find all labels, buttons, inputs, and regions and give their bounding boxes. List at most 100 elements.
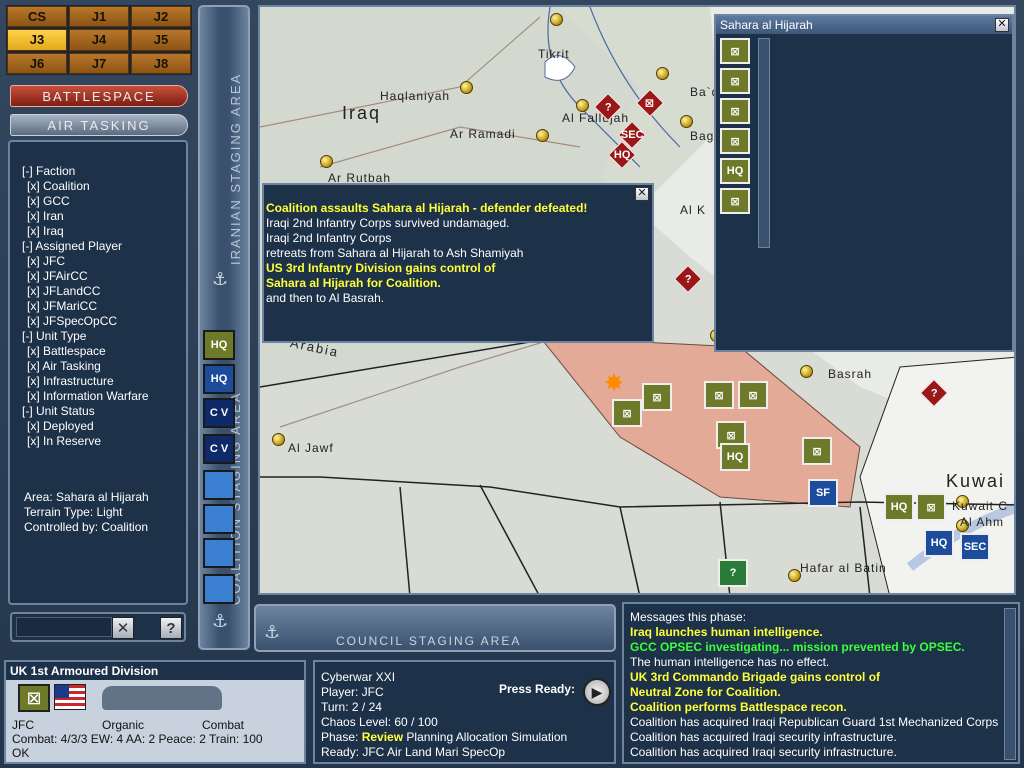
city-marker[interactable] <box>656 67 669 80</box>
city-marker[interactable] <box>460 81 473 94</box>
stack-unit[interactable]: ⊠ <box>720 38 750 64</box>
map-unit[interactable]: ⊠ <box>704 381 734 409</box>
filter-option[interactable]: [x] In Reserve <box>22 434 186 449</box>
unit-label: ? <box>930 386 938 399</box>
filter-option[interactable]: [x] JFSpecOpCC <box>22 314 186 329</box>
unit-stack: ⊠ ⊠ ⊠ ⊠ HQ ⊠ <box>720 38 756 218</box>
combat-log: Coalition assaults Sahara al Hijarah - d… <box>266 201 650 306</box>
unit-label: SEC <box>963 541 987 553</box>
map-unit[interactable]: HQ <box>884 493 914 521</box>
filter-group[interactable]: [-] Faction <box>22 164 186 179</box>
staging-unit[interactable]: C V <box>203 434 235 464</box>
staging-unit[interactable]: HQ <box>203 330 235 360</box>
clear-button[interactable]: ✕ <box>112 617 134 639</box>
player-button[interactable]: J2 <box>131 6 191 28</box>
player-button[interactable]: CS <box>7 6 67 28</box>
infantry-icon: ⊠ <box>652 391 662 404</box>
filter-option[interactable]: [x] Coalition <box>22 179 186 194</box>
stack-unit[interactable]: ⊠ <box>720 98 750 124</box>
city-label: Al Ahm <box>960 515 1005 529</box>
filter-option[interactable]: [x] JFC <box>22 254 186 269</box>
city-marker[interactable] <box>320 155 333 168</box>
player-button[interactable]: J7 <box>69 52 129 74</box>
help-button[interactable]: ? <box>160 617 182 639</box>
unit-label: SF <box>815 487 831 499</box>
stack-unit[interactable]: ⊠ <box>720 68 750 94</box>
anchor-icon: ⚓ <box>212 269 229 289</box>
map-unit[interactable]: ⊠ <box>612 399 642 427</box>
filter-option[interactable]: [x] JFLandCC <box>22 284 186 299</box>
filter-option[interactable]: [x] Iraq <box>22 224 186 239</box>
city-marker[interactable] <box>680 115 693 128</box>
explosion-icon: ✸ <box>604 370 625 397</box>
controlled-by: Controlled by: Coalition <box>24 520 149 534</box>
staging-unit[interactable] <box>203 574 235 604</box>
filter-option[interactable]: [x] JFAirCC <box>22 269 186 284</box>
battlespace-button[interactable]: Battlespace <box>10 85 188 107</box>
city-marker[interactable] <box>536 129 549 142</box>
player-button[interactable]: J1 <box>69 6 129 28</box>
unit-label: HQ <box>726 451 744 463</box>
map-unit[interactable]: ? <box>718 559 748 587</box>
player-button[interactable]: J6 <box>7 52 67 74</box>
staging-unit[interactable]: HQ <box>203 364 235 394</box>
stack-unit[interactable]: ⊠ <box>720 128 750 154</box>
player-button[interactable]: J4 <box>69 29 129 51</box>
filter-group[interactable]: [-] Assigned Player <box>22 239 186 254</box>
close-icon: ✕ <box>997 18 1007 30</box>
message-scrollbar[interactable] <box>1004 608 1016 760</box>
filter-option[interactable]: [x] Infrastructure <box>22 374 186 389</box>
player-button[interactable]: J3 <box>7 29 67 51</box>
staging-unit[interactable] <box>203 470 235 500</box>
infantry-icon: ⊠ <box>812 445 822 458</box>
filter-group[interactable]: [-] Unit Type <box>22 329 186 344</box>
combat-log-line: Sahara al Hijarah for Coalition. <box>266 276 441 290</box>
combat-log-line: and then to Al Basrah. <box>266 291 385 305</box>
city-marker[interactable] <box>800 365 813 378</box>
map-unit[interactable]: HQ <box>720 443 750 471</box>
search-input[interactable] <box>16 617 112 637</box>
city-marker[interactable] <box>550 13 563 26</box>
country-label-kuwait: Kuwai <box>946 471 1006 491</box>
staging-unit[interactable]: C V <box>203 398 235 428</box>
staging-unit[interactable] <box>203 504 235 534</box>
map-unit[interactable]: SF <box>808 479 838 507</box>
message-line: Iraq launches human intelligence. <box>630 625 823 639</box>
map-unit[interactable]: ⊠ <box>802 437 832 465</box>
staging-unit[interactable] <box>203 538 235 568</box>
city-marker[interactable] <box>272 433 285 446</box>
stack-unit[interactable]: HQ <box>720 158 750 184</box>
close-button[interactable]: ✕ <box>635 187 649 201</box>
filter-group[interactable]: [-] Unit Status <box>22 404 186 419</box>
stack-scrollbar[interactable] <box>758 38 770 248</box>
filter-option[interactable]: [x] Air Tasking <box>22 359 186 374</box>
close-button[interactable]: ✕ <box>995 18 1009 32</box>
filter-option[interactable]: [x] GCC <box>22 194 186 209</box>
map-unit[interactable]: SEC <box>960 533 990 561</box>
hq-label: HQ <box>726 165 744 177</box>
filter-option[interactable]: [x] Battlespace <box>22 344 186 359</box>
filter-option[interactable]: [x] JFMariCC <box>22 299 186 314</box>
turn-counter: Turn: 2 / 24 <box>321 700 382 714</box>
city-label: Al Fallujah <box>562 111 630 125</box>
play-icon: ▶ <box>591 683 603 700</box>
unit-label: HQ <box>890 501 908 513</box>
stack-unit[interactable]: ⊠ <box>720 188 750 214</box>
message-line: Coalition has acquired Iraqi security in… <box>630 730 897 744</box>
map-unit[interactable]: HQ <box>924 529 954 557</box>
ready-button[interactable]: ▶ <box>583 678 611 706</box>
map-unit[interactable]: ⊠ <box>642 383 672 411</box>
map-unit[interactable]: ⊠ <box>916 493 946 521</box>
map-unit[interactable]: ⊠ <box>738 381 768 409</box>
player-button[interactable]: J8 <box>131 52 191 74</box>
filter-option[interactable]: [x] Deployed <box>22 419 186 434</box>
filter-option[interactable]: [x] Iran <box>22 209 186 224</box>
player-button[interactable]: J5 <box>131 29 191 51</box>
message-line: GCC OPSEC investigating... mission preve… <box>630 640 965 654</box>
city-label: Kuwait C <box>952 499 1009 513</box>
infantry-icon: ⊠ <box>730 105 740 118</box>
filter-option[interactable]: [x] Information Warfare <box>22 389 186 404</box>
air-tasking-button[interactable]: Air Tasking <box>10 114 188 136</box>
message-log[interactable]: Messages this phase: Iraq launches human … <box>622 602 1020 764</box>
player-selector: CS J1 J2 J3 J4 J5 J6 J7 J8 <box>6 5 192 75</box>
